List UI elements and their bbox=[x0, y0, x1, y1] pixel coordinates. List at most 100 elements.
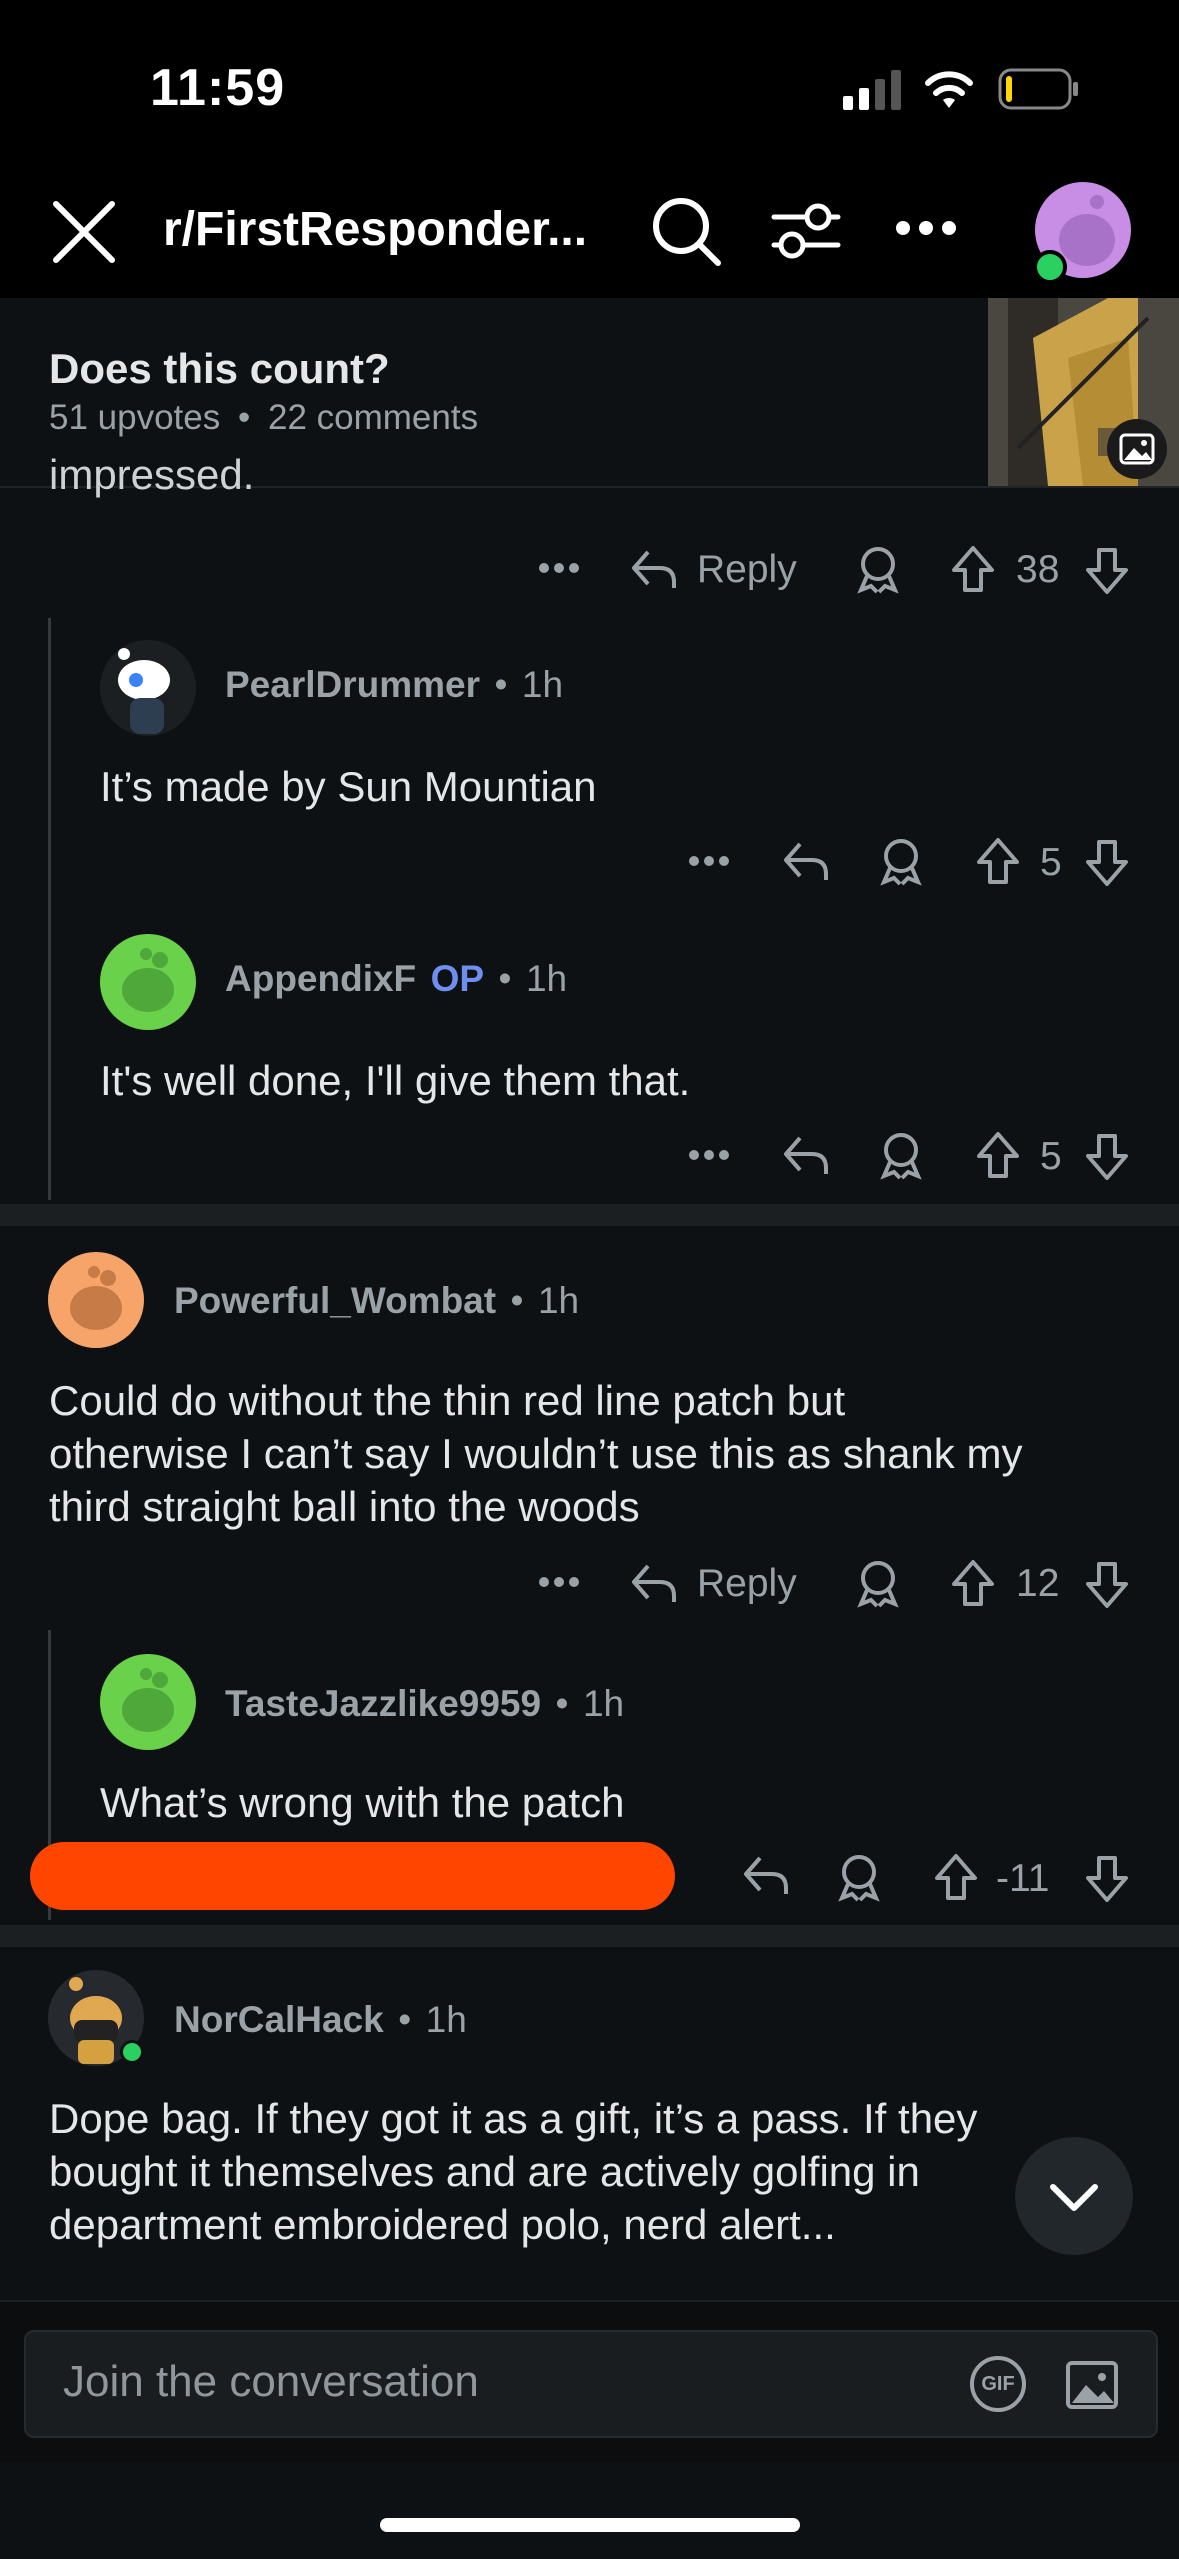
comment-separator bbox=[0, 1925, 1179, 1947]
comment-header: NorCalHack • 1h bbox=[174, 1999, 467, 2041]
username[interactable]: TasteJazzlike9959 bbox=[225, 1683, 541, 1724]
comment-line: otherwise I can’t say I wouldn’t use thi… bbox=[49, 1430, 1023, 1477]
downvote-icon[interactable] bbox=[1084, 1854, 1130, 1904]
status-time: 11:59 bbox=[150, 59, 286, 117]
search-icon[interactable] bbox=[650, 195, 722, 267]
image-upload-icon[interactable] bbox=[1064, 2355, 1124, 2413]
comment-line: Dope bag. If they got it as a gift, it’s… bbox=[49, 2095, 978, 2142]
scroll-down-button[interactable] bbox=[1015, 2137, 1133, 2255]
dot-separator: • bbox=[555, 1683, 569, 1724]
post-upvotes: 51 upvotes bbox=[49, 398, 221, 437]
comment-time: 1h bbox=[582, 1683, 625, 1724]
more-icon[interactable] bbox=[688, 853, 730, 869]
snoo-avatar-icon bbox=[70, 1266, 122, 1330]
reply-icon[interactable] bbox=[630, 546, 678, 592]
comment-body-partial: impressed. bbox=[49, 451, 255, 498]
comment-line: department embroidered polo, nerd alert.… bbox=[49, 2201, 836, 2248]
upvote-icon[interactable] bbox=[950, 544, 996, 594]
comment-time: 1h bbox=[425, 1999, 467, 2040]
signal-icon bbox=[843, 70, 901, 110]
upvote-icon[interactable] bbox=[950, 1558, 996, 1608]
more-options-icon[interactable] bbox=[895, 218, 957, 238]
username[interactable]: NorCalHack bbox=[174, 1999, 384, 2040]
username[interactable]: PearlDrummer bbox=[225, 664, 480, 705]
snoo-avatar-icon bbox=[118, 648, 170, 734]
comment-line: third straight ball into the woods bbox=[49, 1483, 640, 1530]
post-meta: 51 upvotes • 22 comments bbox=[49, 398, 478, 438]
sort-filter-icon[interactable] bbox=[770, 195, 842, 267]
subreddit-name[interactable]: r/FirstResponder... bbox=[163, 202, 587, 257]
comment-header: Powerful_Wombat • 1h bbox=[174, 1280, 579, 1322]
vote-score: 38 bbox=[1016, 548, 1060, 591]
award-icon[interactable] bbox=[855, 544, 901, 594]
gallery-icon bbox=[1107, 419, 1167, 479]
award-icon[interactable] bbox=[878, 836, 924, 886]
comment-body: It's well done, I'll give them that. bbox=[100, 1057, 691, 1104]
vote-score: 5 bbox=[1040, 1135, 1062, 1178]
vote-score: -11 bbox=[996, 1857, 1050, 1900]
chevron-down-icon bbox=[1050, 2184, 1098, 2211]
post-thumbnail[interactable] bbox=[988, 298, 1179, 486]
op-badge: OP bbox=[430, 958, 485, 999]
downvote-icon[interactable] bbox=[1084, 1132, 1130, 1182]
comment-line: Could do without the thin red line patch… bbox=[49, 1377, 846, 1424]
dot-separator: • bbox=[510, 1280, 524, 1321]
vote-score: 5 bbox=[1040, 841, 1062, 884]
comment-body: Could do without the thin red line patch… bbox=[49, 1374, 1022, 1533]
upvote-icon[interactable] bbox=[933, 1852, 979, 1902]
vote-score: 12 bbox=[1016, 1562, 1060, 1605]
award-icon[interactable] bbox=[855, 1558, 901, 1608]
comment-header: PearlDrummer • 1h bbox=[225, 664, 563, 706]
avatar[interactable] bbox=[100, 640, 196, 736]
downvote-icon[interactable] bbox=[1084, 838, 1130, 888]
redaction-scribble bbox=[30, 1842, 675, 1910]
snoo-avatar-icon bbox=[122, 1668, 174, 1732]
close-icon[interactable] bbox=[50, 198, 118, 266]
upvote-icon[interactable] bbox=[975, 836, 1021, 886]
gif-button[interactable]: GIF bbox=[970, 2356, 1026, 2412]
avatar[interactable] bbox=[48, 1252, 144, 1348]
award-icon[interactable] bbox=[836, 1852, 882, 1902]
comment-input-placeholder[interactable]: Join the conversation bbox=[63, 2357, 479, 2407]
more-icon[interactable] bbox=[538, 560, 580, 576]
downvote-icon[interactable] bbox=[1084, 1560, 1130, 1610]
post-title[interactable]: Does this count? bbox=[49, 345, 390, 393]
post-comment-count: 22 comments bbox=[267, 398, 479, 437]
more-icon[interactable] bbox=[688, 1147, 730, 1163]
reply-icon[interactable] bbox=[742, 1852, 790, 1898]
meta-separator: • bbox=[237, 398, 251, 437]
comment-body: It’s made by Sun Mountian bbox=[100, 763, 597, 810]
downvote-icon[interactable] bbox=[1084, 546, 1130, 596]
avatar[interactable] bbox=[100, 1654, 196, 1750]
upvote-icon[interactable] bbox=[975, 1130, 1021, 1180]
comment-body: Dope bag. If they got it as a gift, it’s… bbox=[49, 2092, 977, 2251]
dot-separator: • bbox=[498, 958, 512, 999]
award-icon[interactable] bbox=[878, 1130, 924, 1180]
reply-button[interactable]: Reply bbox=[697, 1562, 797, 1606]
online-status-dot bbox=[120, 2040, 144, 2064]
comment-time: 1h bbox=[537, 1280, 580, 1321]
comment-body: What’s wrong with the patch bbox=[100, 1779, 625, 1826]
dot-separator: • bbox=[398, 1999, 412, 2040]
username[interactable]: AppendixF bbox=[225, 958, 416, 999]
snoo-avatar-icon bbox=[122, 948, 174, 1012]
comment-line: bought it themselves and are actively go… bbox=[49, 2148, 920, 2195]
wifi-icon bbox=[925, 71, 973, 108]
reply-icon[interactable] bbox=[782, 1132, 830, 1178]
reply-icon[interactable] bbox=[782, 838, 830, 884]
more-icon[interactable] bbox=[538, 1574, 580, 1590]
home-indicator bbox=[380, 2518, 800, 2532]
battery-icon bbox=[998, 68, 1078, 110]
comment-header: TasteJazzlike9959 • 1h bbox=[225, 1683, 624, 1725]
reply-icon[interactable] bbox=[630, 1560, 678, 1606]
dot-separator: • bbox=[494, 664, 508, 705]
reply-button[interactable]: Reply bbox=[697, 548, 797, 592]
comment-time: 1h bbox=[521, 664, 564, 705]
avatar[interactable] bbox=[100, 934, 196, 1030]
comment-separator bbox=[0, 1204, 1179, 1226]
comment-time: 1h bbox=[525, 958, 568, 999]
username[interactable]: Powerful_Wombat bbox=[174, 1280, 496, 1321]
thread-line[interactable] bbox=[48, 618, 51, 1200]
online-status-dot bbox=[1033, 250, 1067, 284]
comment-header: AppendixF OP • 1h bbox=[225, 958, 567, 1000]
